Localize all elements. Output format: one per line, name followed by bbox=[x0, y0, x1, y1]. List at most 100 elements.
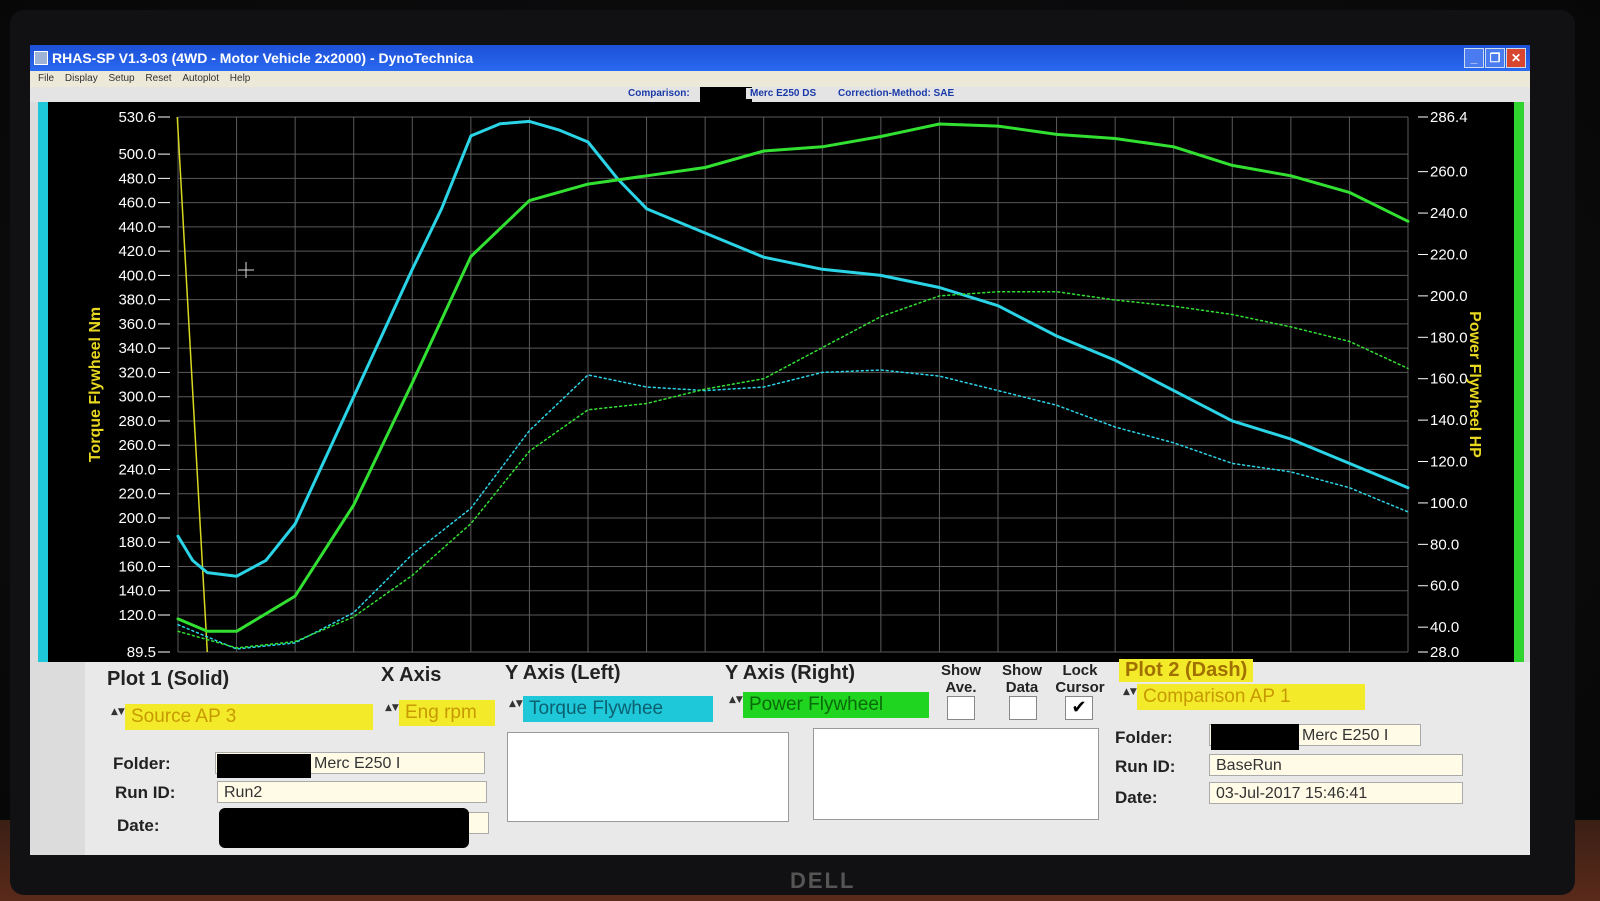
left-tick-label: 180.0 bbox=[118, 534, 156, 551]
left-tick-label: 380.0 bbox=[118, 292, 156, 309]
show-ave-label: Show Ave. bbox=[941, 662, 981, 696]
control-panel: Plot 1 (Solid) X Axis Y Axis (Left) Y Ax… bbox=[85, 659, 1530, 855]
redaction bbox=[217, 754, 311, 778]
menu-bar: File Display Setup Reset Autoplot Help bbox=[30, 71, 1530, 87]
app-window: RHAS-SP V1.3-03 (4WD - Motor Vehicle 2x2… bbox=[30, 45, 1530, 855]
plot2-heading: Plot 2 (Dash) bbox=[1119, 659, 1254, 682]
left-tick-label: 260.0 bbox=[118, 437, 156, 454]
left-tick-label: 89.5 bbox=[127, 644, 156, 661]
plot1-folder-label: Folder: bbox=[113, 754, 171, 773]
y-right-spinner[interactable]: ▲▼ bbox=[729, 694, 743, 720]
x-axis-spinner[interactable]: ▲▼ bbox=[385, 702, 399, 728]
window-title: RHAS-SP V1.3-03 (4WD - Motor Vehicle 2x2… bbox=[52, 50, 474, 66]
left-tick-label: 500.0 bbox=[118, 146, 156, 163]
left-tick-label: 340.0 bbox=[118, 340, 156, 357]
show-ave-checkbox[interactable] bbox=[947, 696, 975, 720]
lock-cursor-label: Lock Cursor bbox=[1055, 662, 1105, 696]
right-tick-label: 160.0 bbox=[1430, 371, 1468, 388]
left-tick-label: 420.0 bbox=[118, 243, 156, 260]
left-tick-label: 460.0 bbox=[118, 195, 156, 212]
plot1-source-field[interactable]: Source AP 3 bbox=[125, 704, 373, 730]
plot2-runid-label: Run ID: bbox=[1115, 757, 1176, 776]
close-button[interactable]: ✕ bbox=[1506, 48, 1526, 68]
left-axis-title: Torque Flywheel Nm bbox=[87, 307, 104, 462]
series-line-solid-left bbox=[176, 119, 1410, 578]
y-left-heading: Y Axis (Left) bbox=[505, 662, 621, 684]
left-tick-label: 530.6 bbox=[118, 109, 156, 126]
comparison-label: Comparison: bbox=[628, 88, 690, 99]
right-tick-label: 140.0 bbox=[1430, 412, 1468, 429]
right-tick-label: 28.0 bbox=[1430, 644, 1459, 661]
left-tick-label: 320.0 bbox=[118, 364, 156, 381]
x-axis-field[interactable]: Eng rpm bbox=[399, 700, 495, 726]
left-axis-color-bar bbox=[38, 102, 48, 662]
left-tick-label: 400.0 bbox=[118, 267, 156, 284]
menu-help[interactable]: Help bbox=[230, 73, 251, 84]
monitor-logo: DELL bbox=[790, 868, 856, 893]
menu-file[interactable]: File bbox=[38, 73, 54, 84]
right-axis-title: Power Flywheel HP bbox=[1466, 311, 1483, 458]
right-tick-label: 260.0 bbox=[1430, 164, 1468, 181]
left-tick-label: 200.0 bbox=[118, 510, 156, 527]
series-line-dash-left bbox=[177, 369, 1409, 650]
left-tick-label: 480.0 bbox=[118, 170, 156, 187]
correction-method: Correction-Method: SAE bbox=[838, 88, 955, 99]
maximize-button[interactable]: ❐ bbox=[1485, 48, 1505, 68]
cursor-line bbox=[176, 116, 209, 653]
right-tick-label: 100.0 bbox=[1430, 495, 1468, 512]
plot-area[interactable]: 2000220024002600280030003200340036003800… bbox=[38, 102, 1524, 676]
x-axis-heading: X Axis bbox=[381, 664, 442, 686]
right-axis-color-bar bbox=[1514, 102, 1524, 662]
plot1-source-spinner[interactable]: ▲▼ bbox=[111, 706, 125, 732]
left-tick-label: 220.0 bbox=[118, 486, 156, 503]
dyno-chart: 2000220024002600280030003200340036003800… bbox=[87, 109, 1483, 676]
y-right-heading: Y Axis (Right) bbox=[725, 662, 856, 684]
plot1-runid-field[interactable]: Run2 bbox=[217, 781, 487, 803]
left-tick-label: 300.0 bbox=[118, 389, 156, 406]
right-tick-label: 200.0 bbox=[1430, 288, 1468, 305]
app-icon bbox=[34, 51, 48, 65]
right-tick-label: 120.0 bbox=[1430, 454, 1468, 471]
redaction bbox=[1211, 724, 1299, 750]
title-bar: RHAS-SP V1.3-03 (4WD - Motor Vehicle 2x2… bbox=[30, 45, 1530, 71]
right-tick-label: 60.0 bbox=[1430, 578, 1459, 595]
plot2-date-field[interactable]: 03-Jul-2017 15:46:41 bbox=[1209, 782, 1463, 804]
lock-cursor-checkbox[interactable]: ✔ bbox=[1065, 696, 1093, 720]
right-tick-label: 40.0 bbox=[1430, 619, 1459, 636]
y-right-field[interactable]: Power Flywheel bbox=[743, 692, 929, 718]
plot2-source-field[interactable]: Comparison AP 1 bbox=[1137, 684, 1365, 710]
menu-autoplot[interactable]: Autoplot bbox=[182, 73, 219, 84]
y-left-spinner[interactable]: ▲▼ bbox=[509, 698, 523, 724]
left-tick-label: 120.0 bbox=[118, 607, 156, 624]
show-data-checkbox[interactable] bbox=[1009, 696, 1037, 720]
plot2-date-label: Date: bbox=[1115, 788, 1158, 807]
right-tick-label: 80.0 bbox=[1430, 536, 1459, 553]
menu-setup[interactable]: Setup bbox=[108, 73, 134, 84]
comparison-bar: Comparison: Merc E250 DS Correction-Meth… bbox=[30, 87, 1530, 102]
plot1-notes-box[interactable] bbox=[507, 732, 789, 822]
right-tick-label: 286.4 bbox=[1430, 109, 1468, 126]
menu-display[interactable]: Display bbox=[65, 73, 98, 84]
right-tick-label: 220.0 bbox=[1430, 246, 1468, 263]
right-tick-label: 240.0 bbox=[1430, 205, 1468, 222]
redaction bbox=[700, 87, 752, 102]
left-tick-label: 440.0 bbox=[118, 219, 156, 236]
plot1-runid-label: Run ID: bbox=[115, 783, 176, 802]
left-tick-label: 280.0 bbox=[118, 413, 156, 430]
menu-reset[interactable]: Reset bbox=[145, 73, 171, 84]
plot2-source-spinner[interactable]: ▲▼ bbox=[1123, 686, 1137, 712]
left-tick-label: 140.0 bbox=[118, 583, 156, 600]
left-tick-label: 160.0 bbox=[118, 558, 156, 575]
show-data-label: Show Data bbox=[1002, 662, 1042, 696]
plot1-heading: Plot 1 (Solid) bbox=[107, 668, 230, 690]
left-tick-label: 240.0 bbox=[118, 461, 156, 478]
plot2-runid-field[interactable]: BaseRun bbox=[1209, 754, 1463, 776]
redaction bbox=[219, 808, 469, 848]
y-left-field[interactable]: Torque Flywhee bbox=[523, 696, 713, 722]
minimize-button[interactable]: _ bbox=[1464, 48, 1484, 68]
plot2-folder-label: Folder: bbox=[1115, 728, 1173, 747]
plot1-date-label: Date: bbox=[117, 816, 160, 835]
plot2-notes-box[interactable] bbox=[813, 728, 1099, 820]
left-tick-label: 360.0 bbox=[118, 316, 156, 333]
comparison-value: Merc E250 DS bbox=[746, 88, 817, 99]
